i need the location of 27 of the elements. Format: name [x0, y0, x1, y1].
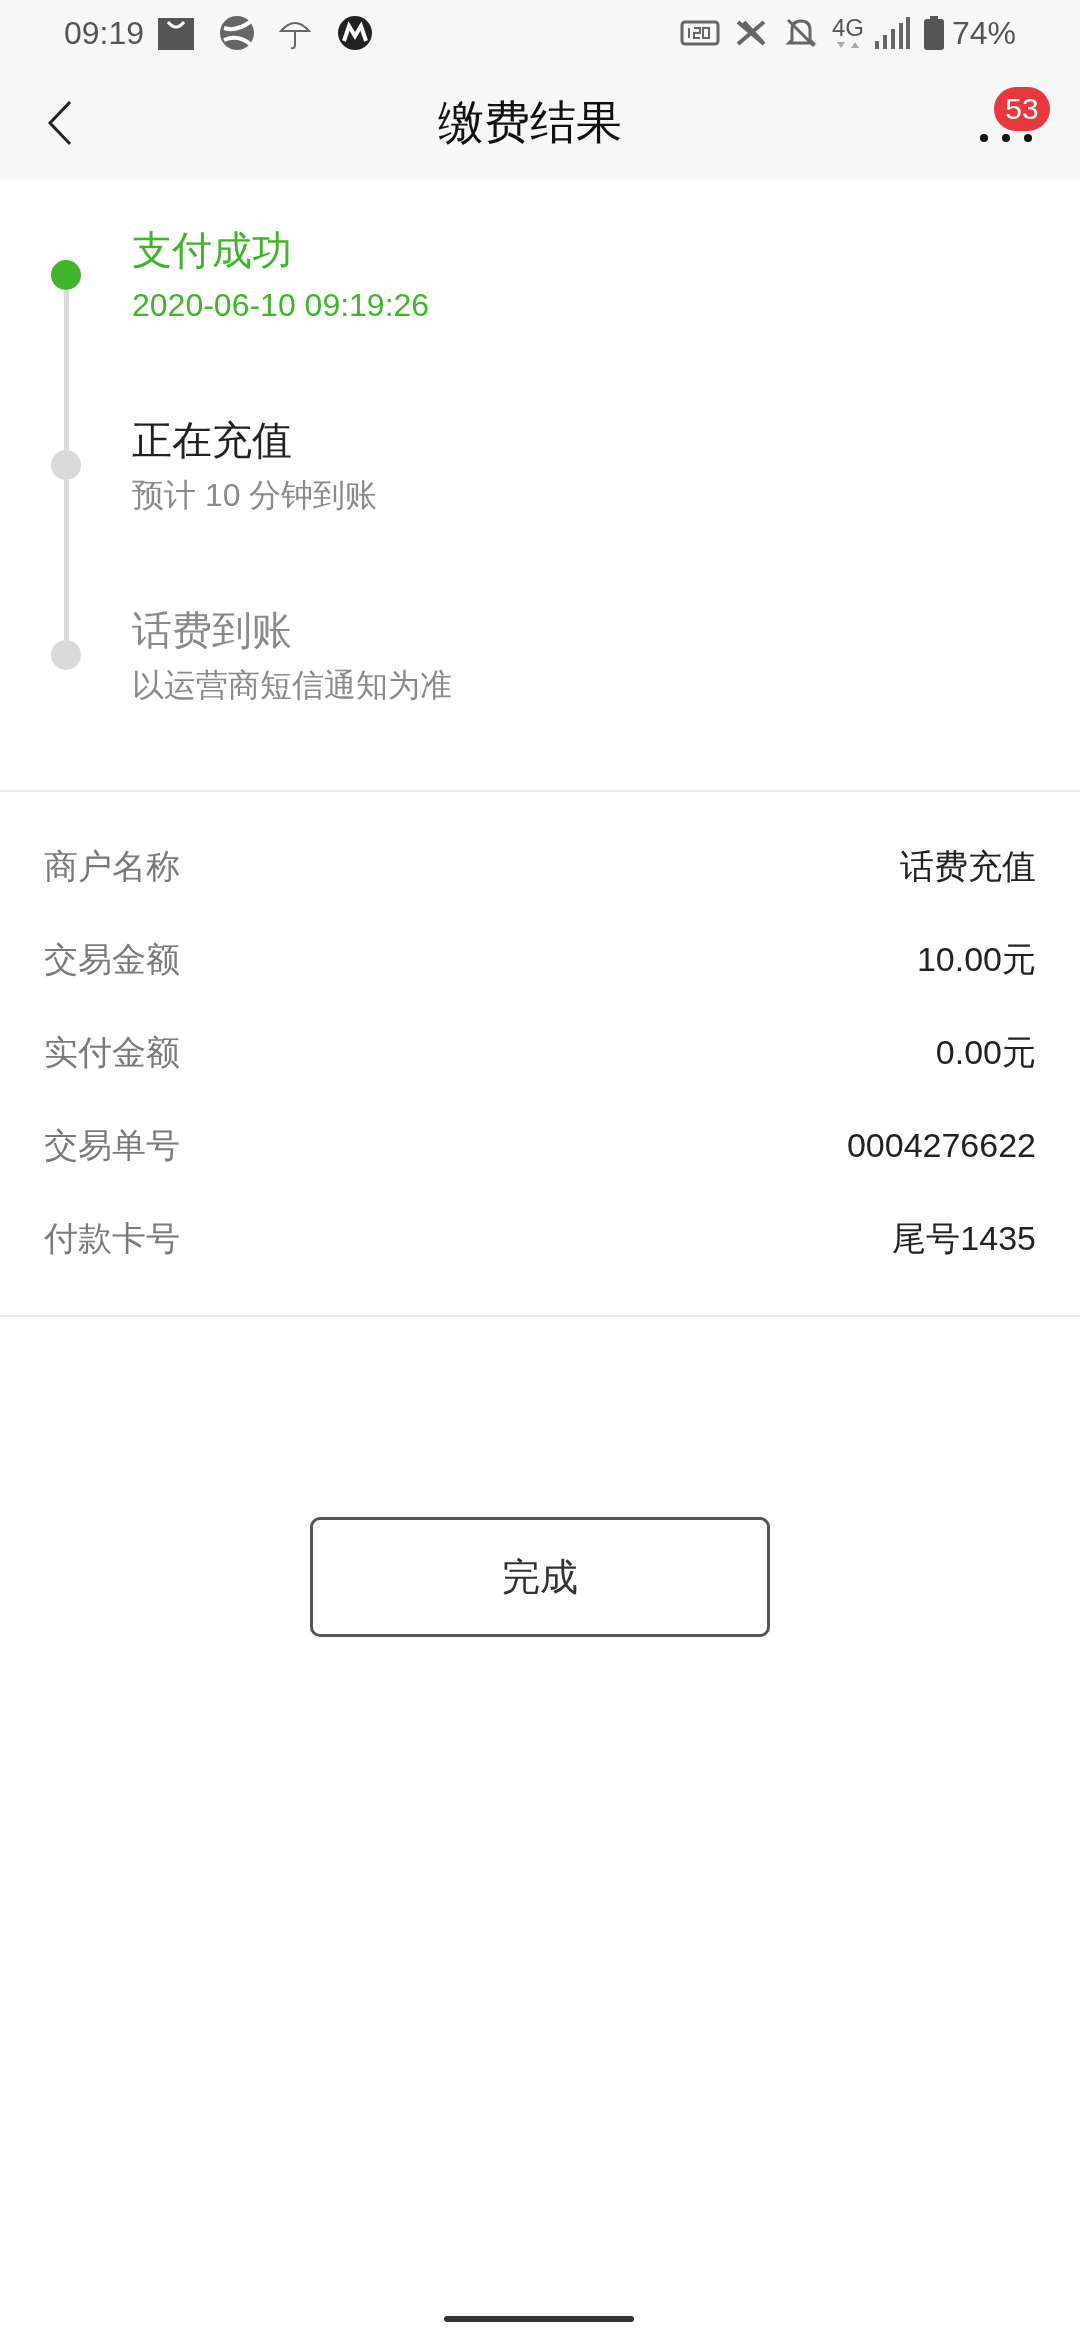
notification-badge: 53: [994, 86, 1050, 131]
network-type: 4G: [831, 15, 864, 40]
step-subtitle: 2020-06-10 09:19:26: [132, 286, 430, 325]
step-title: 支付成功: [132, 227, 293, 274]
detail-value: 尾号1435: [892, 1218, 1036, 1259]
detail-value: 10.00元: [916, 939, 1036, 980]
detail-value: 0004276622: [846, 1125, 1036, 1166]
step-title: 话费到账: [132, 607, 293, 654]
signal-icon: [873, 16, 910, 49]
data-arrows-icon: [834, 39, 861, 50]
detail-label: 实付金额: [44, 1032, 180, 1073]
step-subtitle: 预计 10 分钟到账: [132, 476, 378, 515]
detail-value: 0.00元: [935, 1032, 1036, 1073]
battery-level: 74%: [951, 13, 1016, 53]
detail-value: 话费充值: [900, 846, 1036, 887]
done-button[interactable]: 完成: [310, 1517, 770, 1637]
detail-label: 付款卡号: [44, 1218, 180, 1259]
step-title: 正在充值: [132, 417, 293, 464]
page-title: 缴费结果: [438, 95, 622, 150]
detail-label: 交易单号: [44, 1125, 180, 1166]
metro-logo-icon: [336, 13, 375, 52]
globe-icon: [218, 13, 257, 52]
battery-icon: [923, 15, 944, 50]
detail-label: 交易金额: [44, 939, 180, 980]
step-subtitle: 以运营商短信通知为准: [132, 666, 452, 705]
detail-label: 商户名称: [44, 846, 180, 887]
clock: 09:19: [64, 13, 145, 53]
